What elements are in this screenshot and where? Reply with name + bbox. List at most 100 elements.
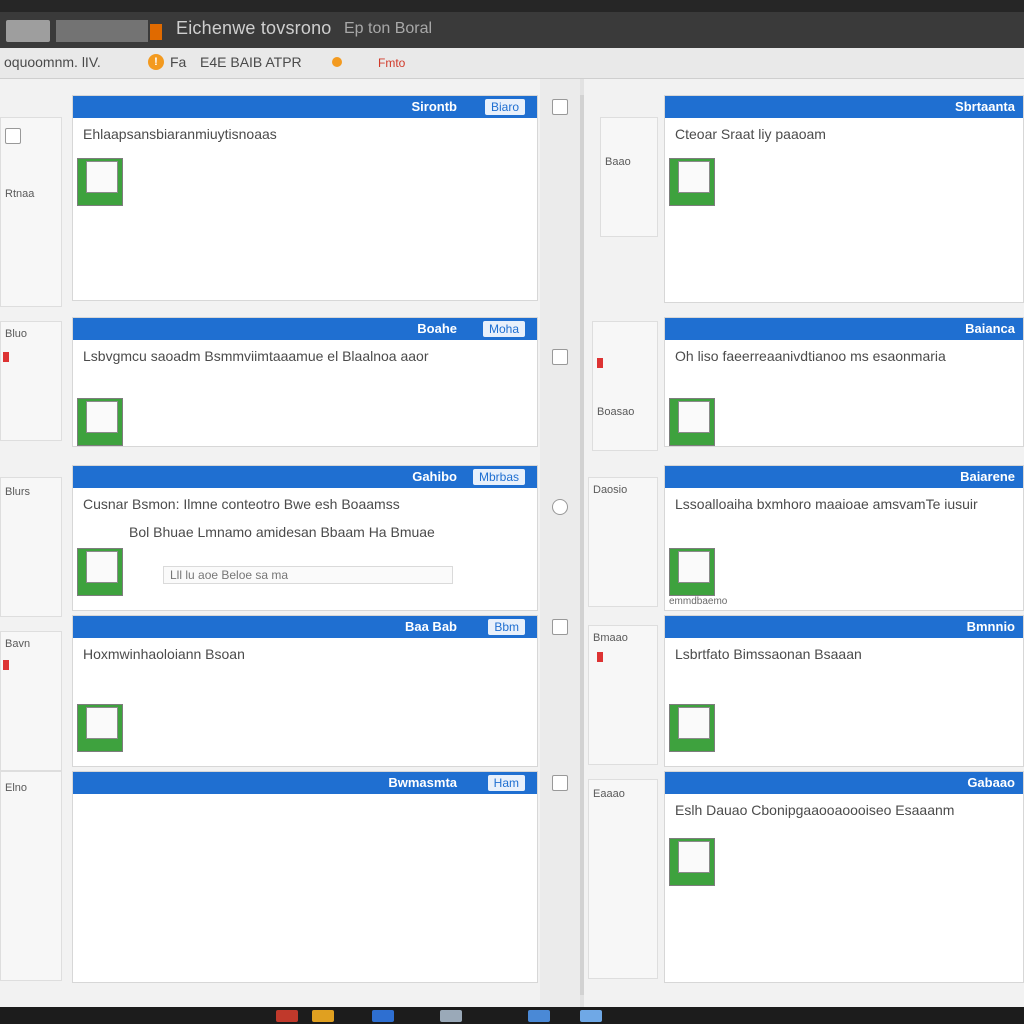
workspace: Rtnaa Bluo Blurs Bavn Elno Sirontb Biaro…: [0, 79, 1024, 1007]
document-icon[interactable]: [552, 349, 568, 365]
panel-title[interactable]: Lsbrtfato Bimssaonan Bsaaan: [675, 646, 1011, 662]
panel-title[interactable]: Eslh Dauao Cbonipgaaooaoooiseo Esaaanm: [675, 802, 1011, 818]
panel-header-title: Sbrtaanta: [955, 99, 1015, 114]
document-icon[interactable]: [552, 99, 568, 115]
panel-card[interactable]: Gahibo Mbrbas Cusnar Bsmon: Ilmne conteo…: [72, 465, 538, 611]
panel-title[interactable]: Oh liso faeerreaanivdtianoo ms esaonmari…: [675, 348, 1011, 364]
mid-list-3: Daosio: [588, 477, 658, 607]
panel-header: Baa Bab Bbm: [73, 616, 537, 638]
panel-header: Boahe Moha: [73, 318, 537, 340]
panel-header-button[interactable]: Bbm: [488, 619, 525, 635]
menu-item-1[interactable]: Fa: [170, 54, 186, 70]
left-list-5: Elno: [0, 771, 62, 981]
alert-icon: [597, 652, 603, 662]
panel-card[interactable]: Baa Bab Bbm Hoxmwinhaoloiann Bsoan: [72, 615, 538, 767]
mid-item-label[interactable]: Baao: [605, 156, 631, 168]
panel-title[interactable]: Hoxmwinhaoloiann Bsoan: [83, 646, 525, 662]
image-thumbnail[interactable]: [77, 548, 123, 596]
left-panel-column: Sirontb Biaro Ehlaapsansbiaranmiuytisnoa…: [70, 79, 540, 1007]
mid-item-label[interactable]: Bmaao: [593, 632, 628, 644]
mid-list-5: Eaaao: [588, 779, 658, 979]
mid-item-label[interactable]: Eaaao: [593, 788, 625, 800]
panel-title[interactable]: Lssoalloaiha bxmhoro maaioae amsvamTe iu…: [675, 496, 1011, 512]
document-icon[interactable]: [552, 775, 568, 791]
left-item-label[interactable]: Bavn: [5, 638, 30, 650]
alert-icon: [3, 660, 9, 670]
panel-card[interactable]: Gabaao Eslh Dauao Cbonipgaaooaoooiseo Es…: [664, 771, 1024, 983]
toolbar: oquoomnm. lIV. ! Fa E4E BAIB ATPR Fmto: [0, 48, 1024, 79]
thumbnail-caption: emmdbaemo: [669, 596, 728, 607]
middle-toolbar-column: [540, 79, 580, 1007]
panel-card[interactable]: Baianca Oh liso faeerreaanivdtianoo ms e…: [664, 317, 1024, 447]
mid-item-label[interactable]: Daosio: [593, 484, 627, 496]
document-icon[interactable]: [552, 619, 568, 635]
circle-icon[interactable]: [552, 499, 568, 515]
title-strip: [0, 0, 1024, 12]
right-sub-sidebar: Baao Boasao Daosio Bmaao Eaaao: [584, 79, 662, 1007]
panel-title[interactable]: Lsbvgmcu saoadm Bsmmviimtaaamue el Blaal…: [83, 348, 525, 364]
window-title-bar: Eichenwe tovsrono Ep ton Boral: [0, 0, 1024, 49]
left-item-label[interactable]: Elno: [5, 782, 27, 794]
image-thumbnail[interactable]: [669, 704, 715, 752]
image-thumbnail[interactable]: [77, 158, 123, 206]
panel-header-title: Sirontb: [411, 99, 458, 114]
list-icon[interactable]: [5, 128, 21, 144]
panel-card[interactable]: Bwmasmta Ham: [72, 771, 538, 983]
panel-header: Baianca: [665, 318, 1023, 340]
folder-icon[interactable]: [312, 1010, 334, 1022]
status-dot-icon: [332, 57, 342, 67]
panel-header-button[interactable]: Moha: [482, 321, 525, 337]
panel-card[interactable]: Sbrtaanta Cteoar Sraat liy paaoam: [664, 95, 1024, 303]
panel-header-title: Boahe: [417, 321, 457, 336]
panel-card[interactable]: Bmnnio Lsbrtfato Bimssaonan Bsaaan: [664, 615, 1024, 767]
panel-input[interactable]: Lll lu aoe Beloe sa ma: [163, 566, 453, 584]
panel-header-button[interactable]: Ham: [487, 775, 525, 791]
mid-list-4: Bmaao: [588, 625, 658, 765]
panel-title[interactable]: Ehlaapsansbiaranmiuytisnoaas: [83, 126, 525, 142]
panel-header-button[interactable]: Mbrbas: [472, 469, 525, 485]
alert-icon: [597, 358, 603, 368]
app-icon[interactable]: [580, 1010, 602, 1022]
panel-header: Sirontb Biaro: [73, 96, 537, 118]
panel-card[interactable]: Boahe Moha Lsbvgmcu saoadm Bsmmviimtaaam…: [72, 317, 538, 447]
panel-header: Sbrtaanta: [665, 96, 1023, 118]
panel-header-title: Gabaao: [967, 775, 1015, 790]
app-tab[interactable]: [56, 20, 148, 42]
left-list-1: Rtnaa: [0, 117, 62, 307]
app-icon[interactable]: [6, 20, 50, 42]
panel-header-title: Bmnnio: [966, 619, 1015, 634]
panel-header-title: Baianca: [965, 321, 1015, 336]
browser-icon[interactable]: [372, 1010, 394, 1022]
panel-subtitle: Bol Bhuae Lmnamo amidesan Bbaam Ha Bmuae: [129, 524, 435, 540]
app-icon[interactable]: [276, 1010, 298, 1022]
panel-title[interactable]: Cteoar Sraat liy paaoam: [675, 126, 1011, 142]
image-thumbnail[interactable]: [669, 398, 715, 446]
menu-item-2[interactable]: E4E BAIB ATPR: [200, 54, 302, 70]
address-path[interactable]: oquoomnm. lIV.: [4, 54, 101, 70]
image-thumbnail[interactable]: [669, 158, 715, 206]
panel-header: Bmnnio: [665, 616, 1023, 638]
left-item-label[interactable]: Bluo: [5, 328, 27, 340]
panel-header: Baiarene: [665, 466, 1023, 488]
mid-list-2: Boasao: [592, 321, 658, 451]
mail-icon[interactable]: [440, 1010, 462, 1022]
panel-card[interactable]: Baiarene Lssoalloaiha bxmhoro maaioae am…: [664, 465, 1024, 611]
record-icon: [150, 24, 162, 40]
image-thumbnail[interactable]: [77, 704, 123, 752]
image-thumbnail[interactable]: [669, 548, 715, 596]
app-icon[interactable]: [528, 1010, 550, 1022]
left-list-4: Bavn: [0, 631, 62, 771]
image-thumbnail[interactable]: [77, 398, 123, 446]
panel-title[interactable]: Cusnar Bsmon: Ilmne conteotro Bwe esh Bo…: [83, 496, 525, 512]
left-item-label[interactable]: Rtnaa: [5, 188, 34, 200]
left-item-label[interactable]: Blurs: [5, 486, 30, 498]
alert-icon: [3, 352, 9, 362]
right-panel-column: Sbrtaanta Cteoar Sraat liy paaoam Baianc…: [662, 79, 1024, 1007]
window-title: Eichenwe tovsrono: [176, 18, 332, 38]
panel-card[interactable]: Sirontb Biaro Ehlaapsansbiaranmiuytisnoa…: [72, 95, 538, 301]
mid-item-label[interactable]: Boasao: [597, 406, 634, 418]
panel-header-button[interactable]: Biaro: [484, 99, 525, 115]
image-thumbnail[interactable]: [669, 838, 715, 886]
warning-icon[interactable]: !: [148, 54, 164, 70]
left-sidebar: Rtnaa Bluo Blurs Bavn Elno: [0, 79, 70, 1007]
